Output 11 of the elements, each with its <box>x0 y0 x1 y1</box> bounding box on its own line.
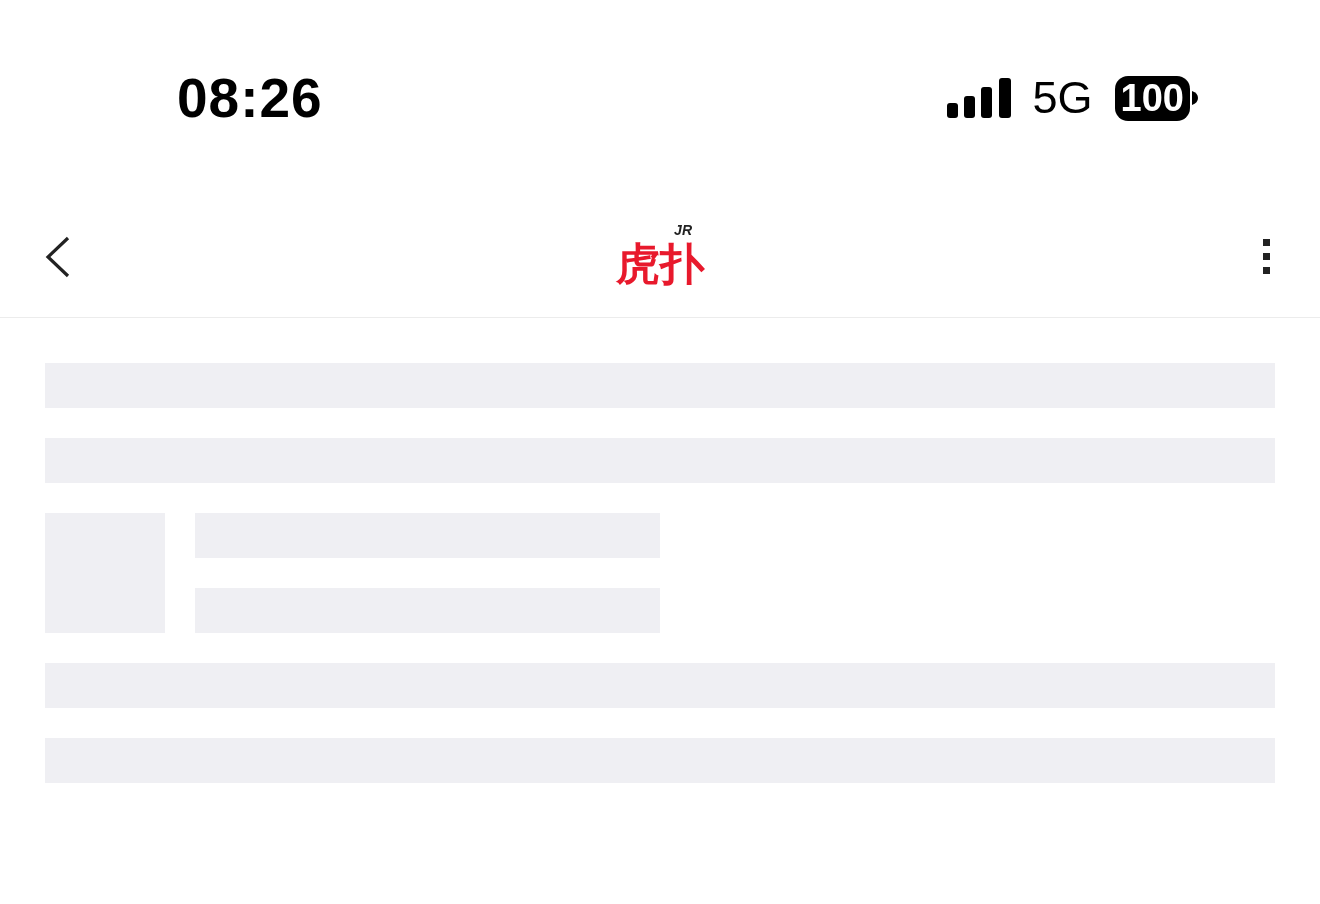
battery-level: 100 <box>1114 75 1190 121</box>
status-time: 08:26 <box>177 70 323 126</box>
logo-badge-text: JR <box>674 222 692 237</box>
more-menu-icon <box>1263 239 1270 274</box>
network-label: 5G <box>1032 71 1093 125</box>
more-menu-button[interactable] <box>1263 239 1270 274</box>
back-button[interactable] <box>45 235 71 278</box>
signal-icon <box>946 78 1011 118</box>
back-icon <box>45 235 71 278</box>
logo-text: 虎扑 <box>616 237 704 290</box>
battery-cap-icon <box>1192 91 1198 105</box>
